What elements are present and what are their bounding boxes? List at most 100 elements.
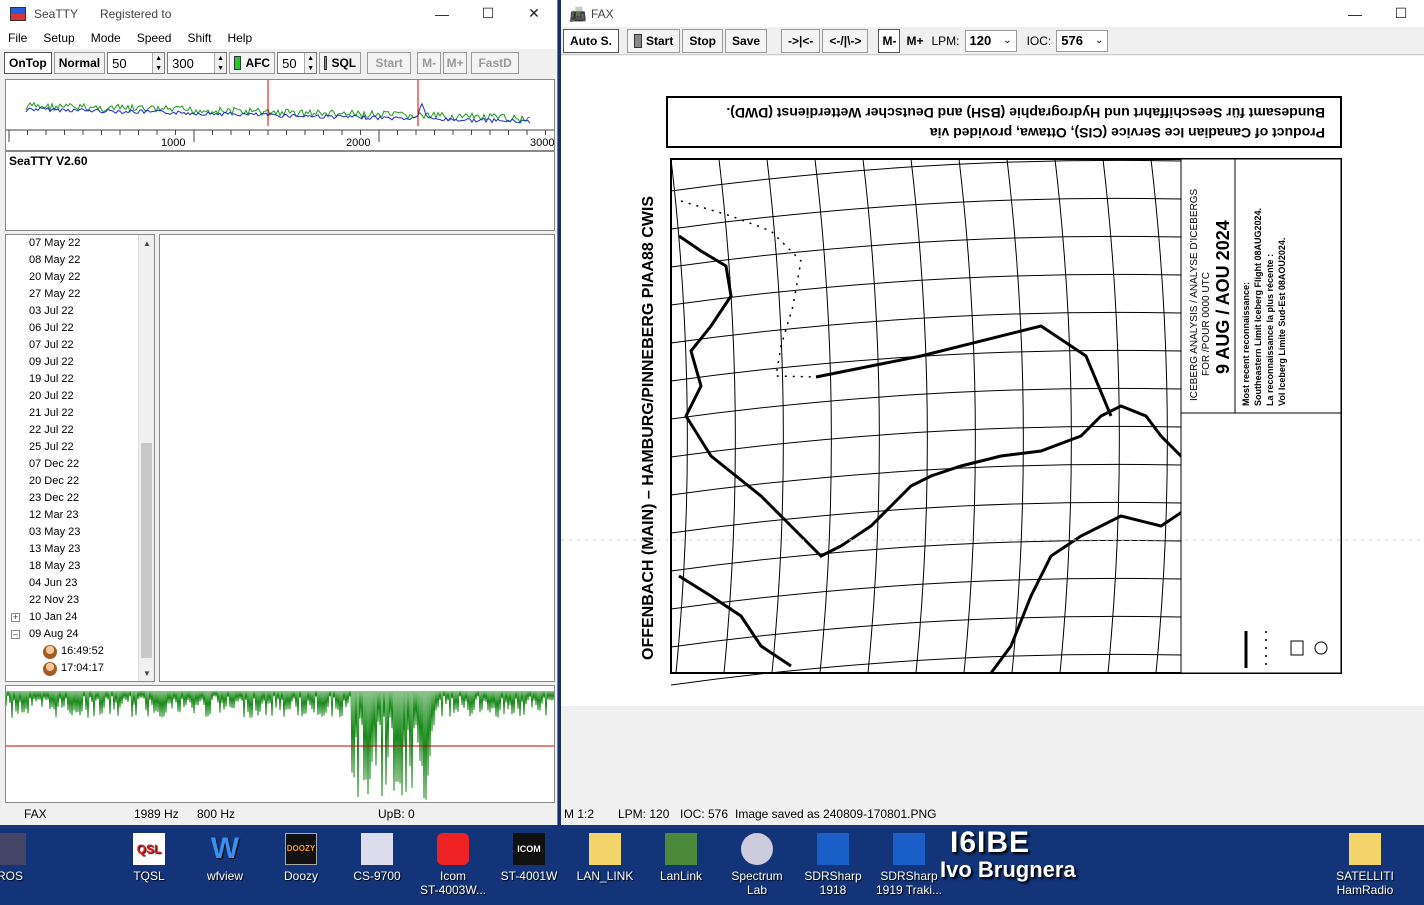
scroll-up-icon[interactable]: ▲ (139, 235, 154, 251)
desktop-icon-ros[interactable]: ROS (0, 833, 50, 883)
tree-scrollbar[interactable]: ▲ ▼ (138, 235, 154, 681)
desktop-icon-wfview[interactable]: W wfview (185, 833, 265, 884)
m-plus-button[interactable]: M+ (443, 52, 468, 74)
log-date-item[interactable]: 27 May 22 (6, 286, 154, 303)
shift-spin-arrows[interactable]: ▲ ▼ (214, 53, 227, 73)
desktop-icon-spectrum-lab[interactable]: Spectrum Lab (717, 833, 797, 897)
fax-m-minus-button[interactable]: M- (878, 28, 901, 53)
fax-stop-button[interactable]: Stop (682, 28, 724, 53)
fax-maximize-button[interactable]: ☐ (1378, 0, 1424, 27)
ontop-button[interactable]: OnTop (4, 52, 52, 74)
log-date-item[interactable]: 06 Jul 22 (6, 320, 154, 337)
ioc-select[interactable]: 576 ⌄ (1056, 29, 1109, 52)
log-date-item[interactable]: 04 Jun 23 (6, 575, 154, 592)
sql-label: SQL (331, 56, 357, 70)
desktop-icon-lan-link-folder[interactable]: LAN_LINK (565, 833, 645, 883)
minimize-button[interactable]: — (419, 0, 465, 27)
seatty-toolbar: OnTop Normal 50 ▲ ▼ 300 ▲ ▼ AFC 50 ▲ ▼ SQL … (0, 49, 557, 77)
tree-node-collapsed[interactable]: + 10 Jan 24 (6, 609, 154, 626)
seatty-statusbar: FAX 1989 Hz 800 Hz UpB: 0 (0, 803, 557, 825)
menu-file[interactable]: File (0, 31, 35, 45)
scroll-down-icon[interactable]: ▼ (139, 665, 154, 681)
log-date-item[interactable]: 22 Jul 22 (6, 422, 154, 439)
log-date-item[interactable]: 19 Jul 22 (6, 371, 154, 388)
scope-trace (5, 690, 555, 800)
start-button[interactable]: Start (367, 52, 412, 74)
log-date-item[interactable]: 12 Mar 23 (6, 507, 154, 524)
sql-spinner[interactable]: 50 ▲ ▼ (277, 52, 318, 74)
log-date-item[interactable]: 20 Dec 22 (6, 473, 154, 490)
log-date-item[interactable]: 21 Jul 22 (6, 405, 154, 422)
desktop-icon-st4001w[interactable]: ICOM ST-4001W (489, 833, 569, 883)
speed-value[interactable]: 50 (108, 53, 152, 73)
log-date-item[interactable]: 08 May 22 (6, 252, 154, 269)
fax-m-plus-button[interactable]: M+ (902, 29, 927, 53)
desktop-icon-sdrsharp-1919[interactable]: SDRSharp 1919 Traki... (869, 833, 949, 897)
collapse-icon[interactable]: – (11, 630, 20, 639)
receive-text-area[interactable] (159, 234, 555, 682)
status-center-freq: 1989 Hz (134, 807, 179, 821)
log-date-item[interactable]: 03 May 23 (6, 524, 154, 541)
menu-mode[interactable]: Mode (83, 31, 129, 45)
log-date-item[interactable]: 07 May 22 (6, 235, 154, 252)
log-date-item[interactable]: 23 Dec 22 (6, 490, 154, 507)
speed-spin-arrows[interactable]: ▲ ▼ (152, 53, 165, 73)
spectrum-display[interactable]: 1000 2000 3000 (5, 79, 555, 151)
log-tree[interactable]: 07 May 22 08 May 22 20 May 22 27 May 22 03 J… (5, 234, 155, 682)
desktop-icon-satelliti[interactable]: SATELLITI HamRadio (1325, 833, 1405, 897)
tree-node-label: 09 Aug 24 (29, 628, 79, 640)
tree-child-item[interactable]: 16:49:52 (6, 643, 154, 660)
normal-button[interactable]: Normal (53, 52, 106, 74)
log-date-item[interactable]: 18 May 23 (6, 558, 154, 575)
auto-start-button[interactable]: Auto S. (563, 28, 619, 53)
lpm-value: 120 (969, 33, 992, 48)
desktop-icon-cs9700[interactable]: CS-9700 (337, 833, 417, 883)
desktop-icon-sdrsharp-1918[interactable]: SDRSharp 1918 (793, 833, 873, 897)
seatty-title: SeaTTY (34, 6, 79, 21)
lpm-select[interactable]: 120 ⌄ (964, 29, 1017, 52)
desktop-icon-tqsl[interactable]: QSL TQSL (109, 833, 189, 883)
scale-tick-label: 1000 (161, 137, 185, 149)
menu-help[interactable]: Help (219, 31, 260, 45)
log-date-item[interactable]: 03 Jul 22 (6, 303, 154, 320)
log-date-item[interactable]: 13 May 23 (6, 541, 154, 558)
menu-shift[interactable]: Shift (179, 31, 219, 45)
log-date-item[interactable]: 20 May 22 (6, 269, 154, 286)
slant-left-button[interactable]: <-/|\-> (822, 28, 869, 53)
desktop-icon-doozy[interactable]: DOOZY Doozy (261, 833, 341, 883)
desktop-icon-label: TQSL (133, 869, 165, 883)
expand-icon[interactable]: + (11, 613, 20, 622)
shift-spinner[interactable]: 300 ▲ ▼ (167, 52, 228, 74)
desktop-icon-icom-st4003w[interactable]: Icom ST-4003W... (413, 833, 493, 897)
log-date-item[interactable]: 25 Jul 22 (6, 439, 154, 456)
fastd-button[interactable]: FastD (471, 52, 520, 74)
menu-speed[interactable]: Speed (129, 31, 180, 45)
fax-start-button[interactable]: Start (627, 28, 681, 53)
menu-setup[interactable]: Setup (35, 31, 82, 45)
sql-spin-arrows[interactable]: ▲ ▼ (304, 53, 317, 73)
log-date-item[interactable]: 20 Jul 22 (6, 388, 154, 405)
m-minus-button[interactable]: M- (417, 52, 442, 74)
slant-right-button[interactable]: ->|<- (781, 28, 821, 53)
fax-image-canvas[interactable]: Product of Canadian Ice Service (CIS), O… (561, 56, 1424, 706)
desktop-icon-lanlink[interactable]: LanLink (641, 833, 721, 883)
tree-child-item[interactable]: 17:04:17 (6, 660, 154, 677)
fax-titlebar[interactable]: 📠 FAX — ☐ (561, 0, 1424, 27)
afc-button[interactable]: AFC (229, 52, 276, 74)
log-date-item[interactable]: 22 Nov 23 (6, 592, 154, 609)
fax-save-button[interactable]: Save (725, 28, 768, 53)
log-date-item[interactable]: 07 Jul 22 (6, 337, 154, 354)
seatty-titlebar[interactable]: SeaTTY Registered to — ☐ ✕ (0, 0, 557, 27)
shift-value[interactable]: 300 (168, 53, 214, 73)
sql-button[interactable]: SQL (319, 52, 362, 74)
scroll-thumb[interactable] (141, 443, 152, 658)
speed-spinner[interactable]: 50 ▲ ▼ (107, 52, 166, 74)
log-date-item[interactable]: 07 Dec 22 (6, 456, 154, 473)
log-date-item[interactable]: 09 Jul 22 (6, 354, 154, 371)
close-button[interactable]: ✕ (511, 0, 557, 27)
tree-node-expanded[interactable]: – 09 Aug 24 (6, 626, 154, 643)
fax-minimize-button[interactable]: — (1332, 0, 1378, 27)
maximize-icon: ☐ (481, 5, 495, 21)
maximize-button[interactable]: ☐ (465, 0, 511, 27)
sql-value[interactable]: 50 (278, 53, 304, 73)
